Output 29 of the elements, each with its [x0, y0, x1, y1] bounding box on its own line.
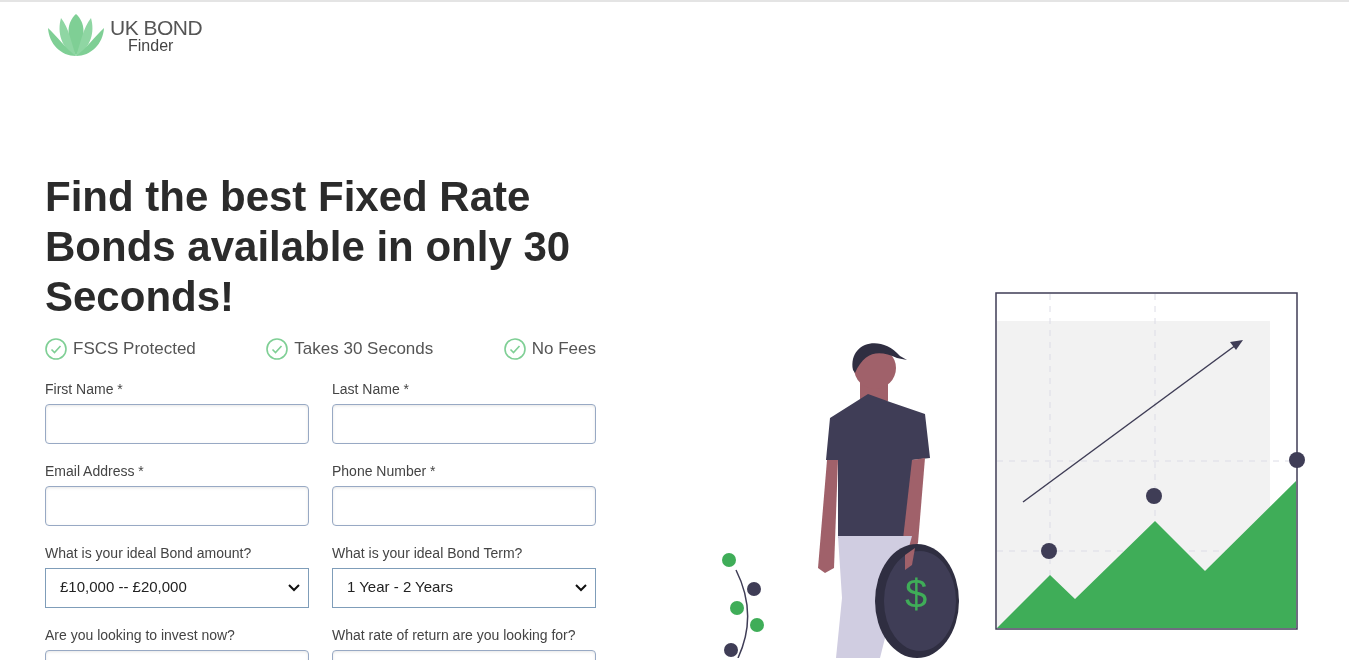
field-label: What is your ideal Bond Term? — [332, 543, 524, 562]
input-field[interactable] — [45, 403, 309, 444]
check-circle-icon — [45, 337, 67, 360]
chart-point — [1146, 488, 1162, 504]
feature-label: Takes 30 Seconds — [294, 338, 434, 360]
chart-point — [1041, 543, 1057, 559]
field-label: Email Address * — [45, 461, 145, 480]
check-circle-icon — [266, 337, 289, 360]
field-label: What rate of return are you looking for? — [332, 625, 577, 644]
input-field[interactable] — [45, 485, 309, 526]
page-heading: Find the best Fixed Rate Bonds available in only 30 Seconds! — [45, 172, 572, 322]
logo-title: UK BOND — [110, 16, 203, 38]
field-label: Phone Number * — [332, 461, 437, 480]
input-field[interactable] — [332, 403, 596, 444]
feature-label: No Fees — [531, 338, 596, 360]
chevron-down-icon — [575, 583, 587, 592]
select-field[interactable]: £10,000 -- £20,000 — [45, 567, 309, 608]
field-label: First Name * — [45, 379, 124, 398]
input-field[interactable] — [332, 485, 596, 526]
field-label: Last Name * — [332, 379, 411, 398]
feature-label: FSCS Protected — [73, 338, 196, 360]
field-label: Are you looking to invest now? — [45, 625, 236, 644]
dollar-sign: $ — [905, 572, 928, 616]
lotus-logo-icon — [47, 12, 105, 58]
select-field[interactable]: 1 Year - 2 Years — [332, 567, 596, 608]
check-circle-icon — [503, 337, 526, 360]
logo-subtitle: Finder — [128, 37, 175, 54]
chevron-down-icon — [288, 583, 300, 592]
field-label: What is your ideal Bond amount? — [45, 543, 253, 562]
